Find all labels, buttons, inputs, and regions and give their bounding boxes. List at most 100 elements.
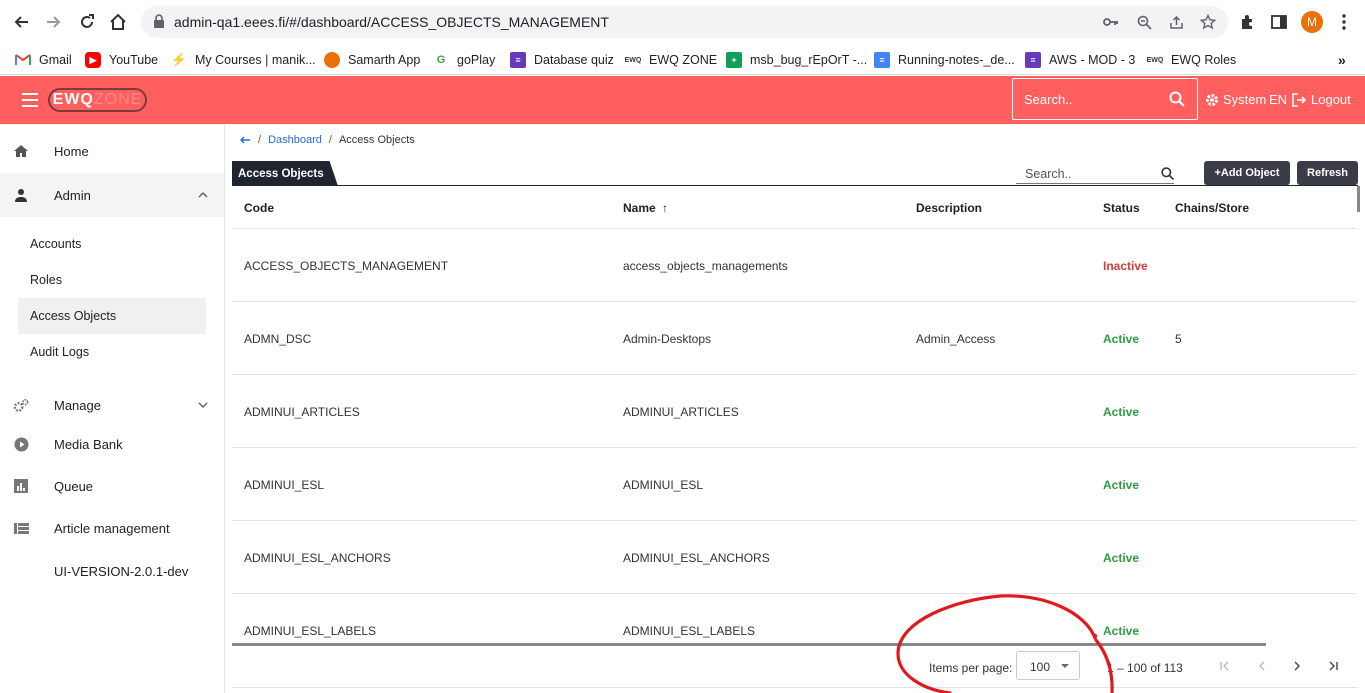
breadcrumb-separator: / (258, 134, 262, 146)
dropdown-caret-icon (1061, 664, 1069, 668)
first-page-icon[interactable] (1217, 658, 1233, 674)
header-search-input[interactable]: Search.. (1012, 78, 1198, 120)
bookmark-running-notes[interactable]: ≡ Running-notes-_de... (874, 50, 1015, 70)
vertical-scrollbar[interactable] (1357, 186, 1360, 212)
column-header-chains-store[interactable]: Chains/Store (1175, 201, 1249, 215)
column-header-description[interactable]: Description (916, 201, 982, 215)
system-menu[interactable]: System (1205, 92, 1266, 107)
sidebar-item-queue[interactable]: Queue (0, 464, 224, 508)
sidebar-item-admin[interactable]: Admin (0, 173, 224, 217)
back-arrow-icon[interactable] (9, 10, 33, 34)
table-row[interactable]: ADMINUI_ESL_LABELS ADMINUI_ESL_LABELS Ac… (232, 594, 1356, 638)
cell-chains-store: 5 (1175, 332, 1182, 346)
previous-page-icon[interactable] (1253, 658, 1269, 674)
sidebar-item-article-management[interactable]: Article management (0, 506, 224, 550)
logout-label: Logout (1311, 92, 1351, 107)
sidebar-item-roles[interactable]: Roles (18, 262, 206, 298)
breadcrumb-current: Access Objects (338, 134, 415, 146)
lock-icon (153, 14, 167, 30)
status-badge: Active (1103, 478, 1140, 492)
reload-icon[interactable] (75, 10, 99, 34)
samarth-icon (324, 52, 340, 68)
page-range-label: 1 – 100 of 113 (1107, 661, 1183, 675)
last-page-icon[interactable] (1325, 658, 1341, 674)
cell-code: ADMINUI_ESL (244, 478, 325, 492)
sidebar-item-home[interactable]: Home (0, 129, 224, 173)
zoom-icon[interactable] (1135, 13, 1153, 31)
sidebar-item-access-objects[interactable]: Access Objects (18, 298, 206, 334)
more-bookmarks-icon[interactable]: » (1338, 50, 1346, 70)
home-icon[interactable] (106, 10, 130, 34)
key-icon[interactable] (1102, 13, 1120, 31)
bookmark-goplay[interactable]: G goPlay (433, 50, 496, 70)
sidebar-item-audit-logs[interactable]: Audit Logs (18, 334, 206, 370)
language-selector[interactable]: EN (1269, 92, 1287, 107)
table-row[interactable]: ADMINUI_ESL ADMINUI_ESL Active (232, 448, 1356, 521)
side-panel-icon[interactable] (1268, 11, 1290, 33)
share-icon[interactable] (1167, 13, 1185, 31)
forward-arrow-icon[interactable] (42, 10, 66, 34)
cell-name: ADMINUI_ESL (623, 478, 704, 492)
sheets-icon: + (726, 52, 742, 68)
panel-title: Access Objects (232, 161, 338, 186)
breadcrumb-dashboard-link[interactable]: Dashboard (268, 134, 322, 146)
extensions-icon[interactable] (1236, 11, 1258, 33)
add-object-button[interactable]: +Add Object (1204, 161, 1290, 185)
courses-icon: ⚡ (170, 52, 188, 67)
status-badge: Active (1103, 405, 1140, 419)
docs-icon: ≡ (874, 52, 890, 68)
search-icon[interactable] (1161, 167, 1175, 181)
table-row[interactable]: ADMINUI_ESL_ANCHORS ADMINUI_ESL_ANCHORS … (232, 521, 1356, 594)
cell-code: ADMN_DSC (244, 332, 312, 346)
breadcrumb-separator: / (328, 134, 332, 146)
sidebar-item-manage[interactable]: Manage (0, 383, 224, 427)
bookmark-database-quiz[interactable]: ≡ Database quiz (510, 50, 614, 70)
person-icon (13, 187, 29, 203)
paginator: Items per page: 100 1 – 100 of 113 (232, 646, 1358, 688)
column-header-status[interactable]: Status (1103, 201, 1140, 215)
profile-avatar[interactable]: M (1301, 11, 1323, 33)
sidebar-item-accounts[interactable]: Accounts (18, 226, 206, 262)
bookmark-samarth[interactable]: Samarth App (324, 50, 420, 70)
star-icon[interactable] (1199, 13, 1217, 31)
kebab-menu-icon[interactable] (1333, 11, 1355, 33)
forms-icon: ≡ (510, 52, 526, 68)
logout-button[interactable]: Logout (1292, 92, 1351, 107)
address-bar[interactable]: admin-qa1.eees.fi/#/dashboard/ACCESS_OBJ… (141, 6, 1228, 38)
ui-version-label: UI-VERSION-2.0.1-dev (54, 563, 189, 579)
bookmark-msb-bug-report[interactable]: + msb_bug_rEpOrT -... (726, 50, 867, 70)
items-per-page-select[interactable]: 100 (1016, 651, 1080, 680)
hamburger-menu-icon[interactable] (22, 93, 38, 107)
next-page-icon[interactable] (1289, 658, 1305, 674)
url-text: admin-qa1.eees.fi/#/dashboard/ACCESS_OBJ… (174, 14, 609, 30)
youtube-icon: ▶ (85, 52, 101, 68)
cell-name: ADMINUI_ESL_LABELS (623, 624, 756, 638)
gmail-icon (15, 52, 31, 68)
search-icon[interactable] (1169, 91, 1185, 107)
home-icon (13, 143, 29, 159)
cell-description: Admin_Access (916, 332, 996, 346)
column-header-code[interactable]: Code (244, 201, 274, 215)
table-row[interactable]: ADMINUI_ARTICLES ADMINUI_ARTICLES Active (232, 375, 1356, 448)
table-header-row: Code Name ↑ Description Status Chains/St… (232, 186, 1356, 229)
bookmark-ewq-roles[interactable]: EWQ EWQ Roles (1147, 50, 1237, 70)
main-content: / Dashboard / Access Objects Access Obje… (226, 124, 1365, 693)
refresh-button[interactable]: Refresh (1297, 161, 1358, 185)
table-row[interactable]: ADMN_DSC Admin-Desktops Admin_Access Act… (232, 302, 1356, 375)
ewq-zone-logo[interactable]: EWQ ZONE (48, 88, 147, 112)
table-search-input[interactable]: Search.. (1016, 164, 1175, 184)
bookmark-my-courses[interactable]: ⚡ My Courses | manik... (171, 50, 316, 70)
column-header-name[interactable]: Name ↑ (623, 201, 668, 215)
gear-icon (1205, 93, 1219, 107)
bookmark-aws-mod-3[interactable]: ≡ AWS - MOD - 3 (1025, 50, 1135, 70)
sidebar-item-media-bank[interactable]: Media Bank (0, 422, 224, 466)
table-row[interactable]: ACCESS_OBJECTS_MANAGEMENT access_objects… (232, 229, 1356, 302)
system-label: System (1223, 92, 1267, 107)
bookmark-ewq-zone[interactable]: EWQ EWQ ZONE (625, 50, 717, 70)
back-arrow-icon[interactable] (240, 133, 251, 147)
table-search-placeholder: Search.. (1025, 167, 1072, 181)
cell-name: ADMINUI_ESL_ANCHORS (623, 551, 770, 565)
forms-icon: ≡ (1025, 52, 1041, 68)
bookmark-youtube[interactable]: ▶ YouTube (85, 50, 158, 70)
bookmark-gmail[interactable]: Gmail (15, 50, 72, 70)
